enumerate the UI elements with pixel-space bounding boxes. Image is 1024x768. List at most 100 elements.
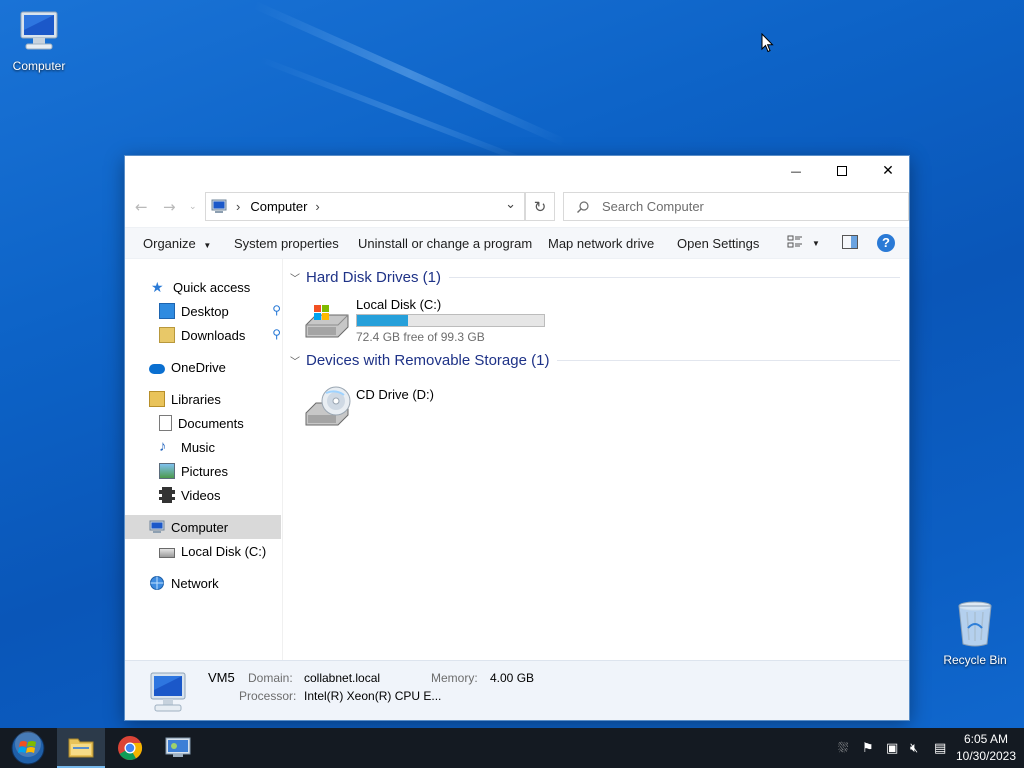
minimize-button[interactable]: — [773, 156, 819, 186]
network-status-icon[interactable]: ▣ [886, 741, 902, 756]
nav-item-network[interactable]: Network [125, 571, 281, 595]
desktop-icon-recycle-bin[interactable]: Recycle Bin [937, 600, 1013, 667]
nav-item-label: Computer [171, 519, 229, 535]
network-offline-icon[interactable]: ⛆ [838, 741, 854, 756]
breadcrumb-separator-icon[interactable]: › [236, 199, 240, 214]
nav-item-label: Network [171, 575, 219, 591]
start-button[interactable] [4, 728, 52, 768]
nav-item-label: Local Disk (C:) [181, 543, 267, 559]
search-placeholder: Search Computer [602, 199, 704, 214]
breadcrumb-computer[interactable]: Computer [250, 199, 307, 214]
desktop-icon-computer[interactable]: Computer [1, 8, 77, 73]
title-bar[interactable]: — ✕ [125, 156, 909, 186]
nav-item-music[interactable]: ♪ Music [125, 435, 281, 459]
document-icon [159, 415, 172, 431]
security-flag-icon[interactable]: ⚑ [862, 741, 878, 756]
desktop-icon-label: Recycle Bin [943, 653, 1007, 667]
chrome-icon [118, 736, 143, 761]
nav-item-label: Pictures [181, 463, 228, 479]
nav-item-local-disk[interactable]: Local Disk (C:) [125, 539, 281, 563]
mouse-cursor-icon [761, 33, 774, 53]
taskbar: ⛆ ⚑ ▣ 🔇︎ ▤ 6:05 AM 10/30/2023 [0, 728, 1024, 768]
chevron-down-icon: ﹀ [290, 274, 300, 285]
drive-usage-fill [357, 315, 408, 326]
desktop-icon-label: Computer [12, 59, 66, 73]
system-properties-button[interactable]: System properties [234, 236, 339, 251]
navigation-pane: ★ Quick access Desktop ⚲ Downloads ⚲ One… [125, 259, 283, 661]
explorer-window: — ✕ ← → ⌄ › Computer › ⌄ ↻ Search Comput… [124, 155, 910, 721]
nav-item-desktop[interactable]: Desktop ⚲ [125, 299, 281, 323]
computer-icon [211, 199, 227, 213]
computer-icon [149, 520, 165, 533]
libraries-icon [149, 391, 165, 407]
search-box[interactable]: Search Computer [563, 192, 909, 221]
cd-drive-icon [305, 386, 351, 426]
drive-icon [159, 548, 175, 558]
computer-name: VM5 [208, 670, 235, 685]
computer-icon [20, 11, 58, 50]
cloud-icon [149, 363, 165, 374]
nav-item-pictures[interactable]: Pictures [125, 459, 281, 483]
forward-arrow-icon[interactable]: → [163, 198, 176, 216]
group-divider [557, 360, 900, 361]
clock-time: 6:05 AM [963, 732, 1009, 746]
preview-pane-button[interactable] [842, 235, 858, 252]
nav-item-label: Libraries [171, 391, 221, 407]
nav-item-label: Music [181, 439, 215, 455]
nav-item-onedrive[interactable]: OneDrive [125, 355, 281, 379]
drive-usage-bar [356, 314, 545, 327]
minimize-icon: — [790, 164, 802, 178]
recycle-bin-icon [958, 601, 992, 647]
processor-label: Processor: [239, 689, 297, 703]
close-button[interactable]: ✕ [865, 156, 911, 186]
drive-item-cd-drive[interactable]: CD Drive (D:) [302, 386, 552, 433]
network-icon [150, 576, 164, 590]
taskbar-clock[interactable]: 6:05 AM 10/30/2023 [954, 731, 1018, 765]
computer-icon [150, 672, 186, 712]
view-options-icon [787, 235, 802, 248]
taskbar-remote-desktop[interactable] [154, 728, 202, 768]
action-center-icon[interactable]: ▤ [934, 741, 950, 756]
view-dropdown-icon[interactable]: ▼ [812, 239, 820, 248]
processor-value: Intel(R) Xeon(R) CPU E... [304, 689, 442, 703]
uninstall-program-button[interactable]: Uninstall or change a program [358, 236, 532, 251]
volume-muted-icon[interactable]: 🔇︎ [910, 741, 926, 756]
domain-label: Domain: [248, 671, 293, 685]
wallpaper-ray [253, 1, 567, 147]
taskbar-chrome[interactable] [106, 728, 154, 768]
drive-item-local-disk[interactable]: Local Disk (C:) 72.4 GB free of 99.3 GB [302, 297, 552, 344]
chevron-down-icon: ﹀ [290, 357, 300, 368]
nav-item-downloads[interactable]: Downloads ⚲ [125, 323, 281, 347]
recent-locations-chevron-icon[interactable]: ⌄ [189, 202, 197, 212]
nav-item-libraries[interactable]: Libraries [125, 387, 281, 411]
taskbar-file-explorer[interactable] [57, 728, 105, 768]
change-view-button[interactable] [787, 234, 803, 253]
search-icon [577, 200, 589, 213]
group-header-removable[interactable]: ﹀ Devices with Removable Storage (1) [290, 352, 900, 369]
system-tray: ⛆ ⚑ ▣ 🔇︎ ▤ [838, 728, 950, 768]
organize-button[interactable]: Organize ▼ [143, 236, 211, 251]
details-pane: VM5 Domain: collabnet.local Memory: 4.00… [125, 660, 909, 720]
nav-item-documents[interactable]: Documents [125, 411, 281, 435]
back-arrow-icon[interactable]: ← [135, 198, 148, 216]
maximize-button[interactable] [819, 156, 865, 186]
pin-icon: ⚲ [272, 327, 281, 341]
refresh-icon: ↻ [533, 197, 547, 216]
preview-pane-icon [842, 235, 858, 249]
refresh-button[interactable]: ↻ [525, 192, 555, 221]
nav-item-computer[interactable]: Computer [125, 515, 281, 539]
memory-value: 4.00 GB [490, 671, 535, 685]
map-network-drive-button[interactable]: Map network drive [548, 236, 654, 251]
pin-icon: ⚲ [272, 303, 281, 317]
content-pane: ﹀ Hard Disk Drives (1) Local Disk (C:) 7… [284, 259, 909, 661]
help-button[interactable]: ? [877, 234, 895, 252]
nav-item-quick-access[interactable]: ★ Quick access [125, 275, 281, 299]
breadcrumb-separator-icon[interactable]: › [315, 199, 319, 214]
nav-item-videos[interactable]: Videos [125, 483, 281, 507]
maximize-icon [837, 166, 847, 176]
address-dropdown-icon[interactable]: ⌄ [505, 196, 516, 212]
open-settings-button[interactable]: Open Settings [677, 236, 759, 251]
address-bar[interactable]: › Computer › ⌄ [205, 192, 525, 221]
nav-item-label: Videos [181, 487, 221, 503]
group-header-hard-disks[interactable]: ﹀ Hard Disk Drives (1) [290, 269, 900, 286]
